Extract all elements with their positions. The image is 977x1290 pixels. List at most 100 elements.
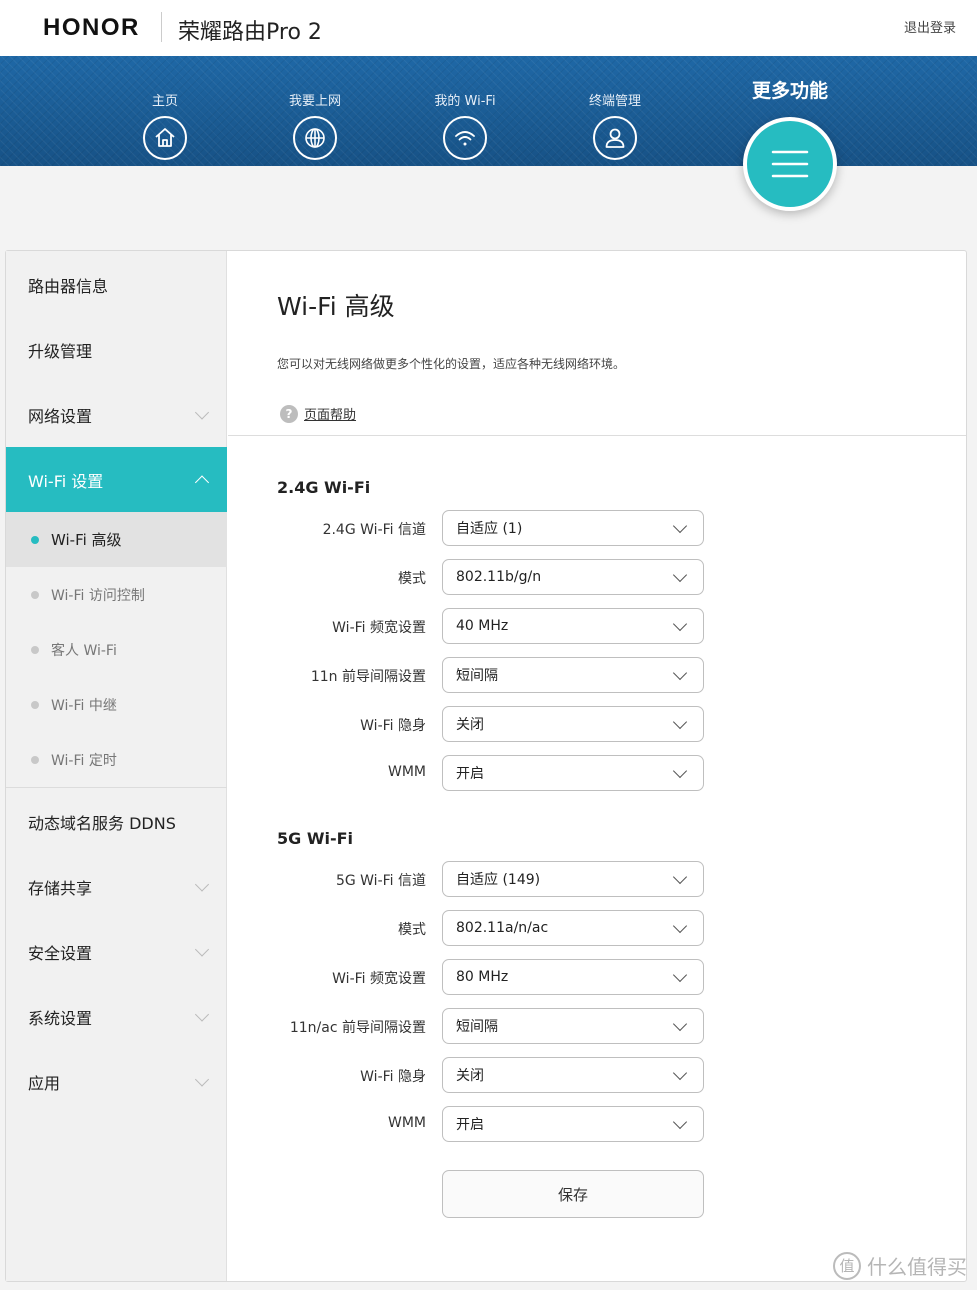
bullet-dot-icon bbox=[31, 645, 39, 654]
channel-5g-select[interactable]: 自适应 (149) bbox=[442, 861, 704, 897]
section-title-5g: 5G Wi-Fi bbox=[277, 829, 354, 848]
section-title-2g: 2.4G Wi-Fi bbox=[277, 478, 371, 497]
more-features-button[interactable] bbox=[743, 117, 837, 211]
select-value: 40 MHz bbox=[456, 618, 509, 634]
chevron-down-icon bbox=[672, 1114, 688, 1130]
select-value: 短间隔 bbox=[456, 668, 498, 684]
field-label: 11n 前导间隔设置 bbox=[310, 669, 426, 685]
select-value: 802.11b/g/n bbox=[456, 569, 542, 585]
user-icon bbox=[593, 116, 637, 160]
sidebar-subitem-wifi-timer[interactable]: Wi-Fi 定时 bbox=[6, 732, 227, 787]
chevron-down-icon bbox=[672, 763, 688, 779]
sidebar-item-ddns[interactable]: 动态域名服务 DDNS bbox=[6, 789, 227, 854]
select-value: 开启 bbox=[456, 1117, 484, 1133]
page-help-link[interactable]: ? 页面帮助 bbox=[280, 404, 356, 423]
field-label: Wi-Fi 隐身 bbox=[360, 1069, 426, 1085]
chevron-down-icon bbox=[194, 876, 210, 892]
nav-more-label: 更多功能 bbox=[751, 80, 828, 102]
product-name: 荣耀路由Pro 2 bbox=[178, 20, 322, 45]
sidebar-item-system[interactable]: 系统设置 bbox=[6, 984, 227, 1049]
chevron-down-icon bbox=[194, 404, 210, 420]
sidebar-item-apps[interactable]: 应用 bbox=[6, 1049, 227, 1114]
sidebar: 路由器信息 升级管理 网络设置 Wi-Fi 设置 Wi-Fi 高级 Wi-Fi … bbox=[6, 251, 227, 1281]
sidebar-item-wifi-settings[interactable]: Wi-Fi 设置 bbox=[6, 447, 227, 512]
form-row: Wi-Fi 频宽设置 80 MHz bbox=[228, 959, 968, 995]
top-bar: HONOR 荣耀路由Pro 2 退出登录 bbox=[0, 0, 977, 56]
chevron-down-icon bbox=[672, 567, 688, 583]
hide-ssid-5g-select[interactable]: 关闭 bbox=[442, 1057, 704, 1093]
channel-2g-select[interactable]: 自适应 (1) bbox=[442, 510, 704, 546]
nav-devices[interactable]: 终端管理 bbox=[560, 56, 670, 166]
chevron-down-icon bbox=[194, 1006, 210, 1022]
field-label: 模式 bbox=[398, 571, 426, 587]
field-label: Wi-Fi 隐身 bbox=[360, 718, 426, 734]
bullet-dot-icon bbox=[31, 700, 39, 709]
bandwidth-5g-select[interactable]: 80 MHz bbox=[442, 959, 704, 995]
nav-my-wifi-label: 我的 Wi-Fi bbox=[434, 94, 496, 109]
select-value: 80 MHz bbox=[456, 969, 509, 985]
sidebar-item-security[interactable]: 安全设置 bbox=[6, 919, 227, 984]
wmm-2g-select[interactable]: 开启 bbox=[442, 755, 704, 791]
mode-2g-select[interactable]: 802.11b/g/n bbox=[442, 559, 704, 595]
watermark-text: 什么值得买 bbox=[867, 1255, 967, 1279]
form-row: Wi-Fi 隐身 关闭 bbox=[228, 1057, 968, 1093]
sidebar-item-upgrade[interactable]: 升级管理 bbox=[6, 317, 227, 382]
chevron-down-icon bbox=[672, 1016, 688, 1032]
home-icon bbox=[143, 116, 187, 160]
field-label: WMM bbox=[387, 764, 426, 780]
nav-home-label: 主页 bbox=[151, 94, 178, 109]
sidebar-item-router-info[interactable]: 路由器信息 bbox=[6, 252, 227, 317]
guard-interval-5g-select[interactable]: 短间隔 bbox=[442, 1008, 704, 1044]
sidebar-subitem-wifi-relay[interactable]: Wi-Fi 中继 bbox=[6, 677, 227, 732]
chevron-down-icon bbox=[194, 941, 210, 957]
wmm-5g-select[interactable]: 开启 bbox=[442, 1106, 704, 1142]
hide-ssid-2g-select[interactable]: 关闭 bbox=[442, 706, 704, 742]
sidebar-divider bbox=[6, 787, 227, 788]
field-label: 11n/ac 前导间隔设置 bbox=[289, 1020, 426, 1036]
sidebar-subitem-label: Wi-Fi 中继 bbox=[51, 697, 117, 714]
save-button[interactable]: 保存 bbox=[442, 1170, 704, 1218]
sidebar-subitem-label: Wi-Fi 定时 bbox=[51, 752, 117, 769]
chevron-down-icon bbox=[672, 665, 688, 681]
sidebar-item-label: 网络设置 bbox=[28, 406, 93, 426]
logout-link[interactable]: 退出登录 bbox=[904, 17, 956, 36]
field-label: WMM bbox=[387, 1115, 426, 1131]
sidebar-item-storage[interactable]: 存储共享 bbox=[6, 854, 227, 919]
nav-internet[interactable]: 我要上网 bbox=[260, 56, 370, 166]
page-title: Wi-Fi 高级 bbox=[277, 292, 395, 321]
form-row: Wi-Fi 频宽设置 40 MHz bbox=[228, 608, 968, 644]
help-icon: ? bbox=[280, 404, 298, 423]
chevron-down-icon bbox=[672, 714, 688, 730]
select-value: 开启 bbox=[456, 766, 484, 782]
mode-5g-select[interactable]: 802.11a/n/ac bbox=[442, 910, 704, 946]
content-area: Wi-Fi 高级 您可以对无线网络做更多个性化的设置，适应各种无线网络环境。 ?… bbox=[228, 251, 966, 1281]
sidebar-item-label: 动态域名服务 DDNS bbox=[28, 813, 176, 833]
field-label: 模式 bbox=[398, 922, 426, 938]
bullet-dot-icon bbox=[31, 755, 39, 764]
select-value: 关闭 bbox=[456, 717, 484, 733]
sidebar-subitem-label: Wi-Fi 访问控制 bbox=[51, 587, 145, 604]
form-row: Wi-Fi 隐身 关闭 bbox=[228, 706, 968, 742]
sidebar-item-network[interactable]: 网络设置 bbox=[6, 382, 227, 447]
guard-interval-2g-select[interactable]: 短间隔 bbox=[442, 657, 704, 693]
brand-divider bbox=[161, 12, 162, 42]
sidebar-item-label: 安全设置 bbox=[28, 943, 93, 963]
chevron-down-icon bbox=[672, 616, 688, 632]
sidebar-item-label: 应用 bbox=[28, 1073, 61, 1093]
globe-icon bbox=[293, 116, 337, 160]
sidebar-item-label: 存储共享 bbox=[28, 878, 93, 898]
form-row: 2.4G Wi-Fi 信道 自适应 (1) bbox=[228, 510, 968, 546]
form-row: 模式 802.11b/g/n bbox=[228, 559, 968, 595]
select-value: 802.11a/n/ac bbox=[456, 920, 549, 936]
field-label: Wi-Fi 频宽设置 bbox=[332, 620, 426, 636]
sidebar-subitem-guest-wifi[interactable]: 客人 Wi-Fi bbox=[6, 622, 227, 677]
nav-home[interactable]: 主页 bbox=[110, 56, 220, 166]
select-value: 短间隔 bbox=[456, 1019, 498, 1035]
sidebar-subitem-wifi-advanced[interactable]: Wi-Fi 高级 bbox=[6, 512, 227, 567]
sidebar-item-label: 路由器信息 bbox=[28, 276, 109, 296]
bandwidth-2g-select[interactable]: 40 MHz bbox=[442, 608, 704, 644]
sidebar-subitem-label: Wi-Fi 高级 bbox=[51, 531, 122, 549]
sidebar-subitem-access-control[interactable]: Wi-Fi 访问控制 bbox=[6, 567, 227, 622]
field-label: 5G Wi-Fi 信道 bbox=[335, 873, 426, 889]
nav-my-wifi[interactable]: 我的 Wi-Fi bbox=[410, 56, 520, 166]
